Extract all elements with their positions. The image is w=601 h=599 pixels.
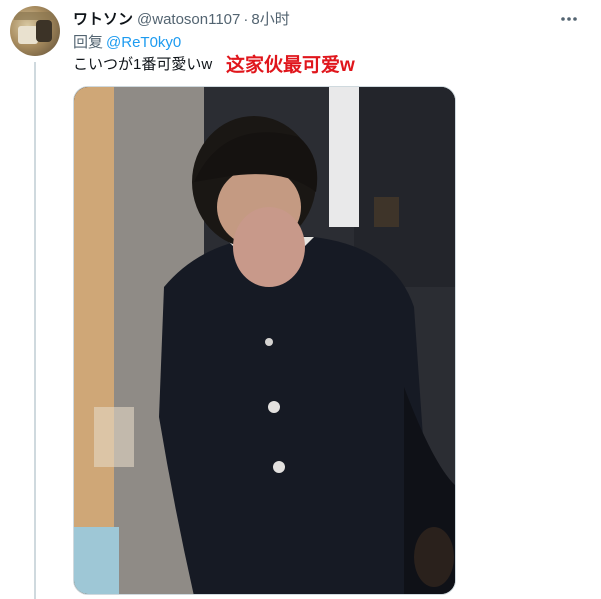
avatar[interactable]	[10, 6, 60, 56]
author-handle[interactable]: @watoson1107	[137, 11, 240, 28]
author-display-name[interactable]: ワトソン	[73, 8, 133, 29]
translation-annotation: 这家伙最可爱w	[226, 55, 355, 76]
tweet-photo[interactable]	[73, 86, 456, 595]
more-options-button[interactable]	[556, 6, 582, 32]
thread-connector-line	[34, 62, 36, 599]
tweet-text: こいつが1番可愛いw	[73, 56, 213, 73]
header-separator: ·	[243, 11, 249, 28]
more-horizontal-icon	[561, 17, 577, 21]
photo-illustration	[74, 87, 455, 594]
tweet-timestamp[interactable]: 8小时	[251, 8, 289, 29]
tweet[interactable]: ワトソン @watoson1107 · 8小时 回复 @ReT0ky0 こいつが1…	[0, 0, 601, 599]
reply-mention-link[interactable]: @ReT0ky0	[106, 34, 181, 51]
reply-context: 回复 @ReT0ky0	[73, 31, 181, 52]
tweet-header: ワトソン @watoson1107 · 8小时	[73, 8, 290, 28]
reply-prefix: 回复	[73, 34, 104, 51]
